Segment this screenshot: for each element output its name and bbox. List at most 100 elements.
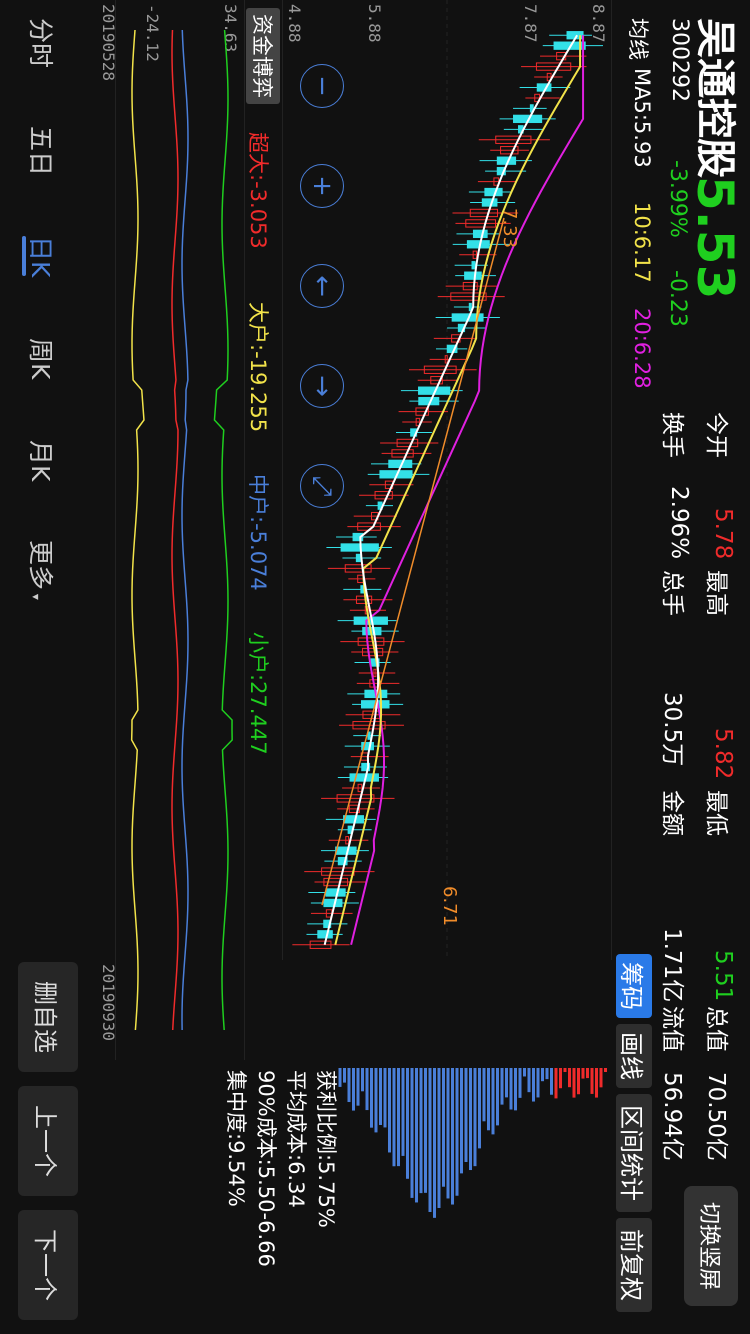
remove-watchlist-button[interactable]: 删自选 <box>18 962 78 1072</box>
scroll-left-icon[interactable]: ← <box>300 264 344 308</box>
chip-bar <box>446 1068 450 1199</box>
chip-avg-cost: 平均成本:6.34 <box>284 1070 308 1208</box>
chip-bar <box>437 1068 441 1208</box>
tab-intraday[interactable]: 分时 <box>24 18 60 68</box>
y-tick-top: 8.87 <box>589 4 608 43</box>
chip-bar <box>545 1068 549 1080</box>
chip-bar <box>581 1068 585 1079</box>
tab-weekly-k[interactable]: 周K <box>24 338 60 379</box>
chip-bar <box>460 1068 463 1174</box>
quote-mcap-value: 70.50亿 <box>703 1072 729 1161</box>
chip-bar <box>496 1068 499 1126</box>
candle-body <box>464 271 482 280</box>
chip-bar <box>451 1068 454 1205</box>
stock-change-amt: -0.23 <box>665 270 690 327</box>
quote-open-label: 今开 <box>703 412 729 458</box>
ma-label: 均线 <box>626 18 650 60</box>
chip-bar <box>392 1068 396 1167</box>
scroll-right-icon[interactable]: → <box>300 364 344 408</box>
candle-body <box>484 187 503 197</box>
switch-portrait-button[interactable]: 切换竖屏 <box>684 1186 738 1306</box>
chip-bar <box>536 1068 540 1098</box>
quote-amount-value: 1.71亿 <box>659 928 685 1003</box>
candle-body <box>481 198 498 207</box>
chip-bar <box>374 1068 378 1133</box>
tab-chips[interactable]: 筹码 <box>616 954 652 1018</box>
tab-more[interactable]: 更多 ▾ <box>24 540 60 600</box>
active-tab-indicator <box>22 236 26 276</box>
chip-bar <box>356 1068 360 1106</box>
chip-bar <box>554 1068 558 1099</box>
chip-bar <box>464 1068 468 1163</box>
stock-price: 5.53 <box>686 176 744 300</box>
candle-body <box>466 240 490 249</box>
ma10-line <box>334 35 582 946</box>
chip-bar <box>473 1068 477 1167</box>
chip-cost90: 90%成本:5.50-6.66 <box>254 1070 278 1267</box>
quote-high-label: 最高 <box>703 570 729 616</box>
chip-bar <box>469 1068 472 1171</box>
chip-bar <box>599 1068 603 1088</box>
flow-big-line <box>130 29 145 1031</box>
trend-line <box>321 217 505 906</box>
chip-bar <box>541 1068 544 1082</box>
zoom-in-icon[interactable]: + <box>300 164 344 208</box>
tab-draw[interactable]: 画线 <box>616 1024 652 1088</box>
chip-bar <box>442 1068 445 1187</box>
chip-bar <box>527 1068 531 1093</box>
chip-bar <box>406 1068 409 1179</box>
ma20-value: 20:6.28 <box>630 308 654 389</box>
chip-bar <box>397 1068 400 1167</box>
chip-bar <box>532 1068 535 1102</box>
stock-change-pct: -3.99% <box>665 160 690 238</box>
tab-monthly-k[interactable]: 月K <box>24 440 60 481</box>
chip-bar <box>586 1068 589 1079</box>
chip-bar <box>401 1068 405 1156</box>
candle-body <box>472 229 488 239</box>
quote-low-label: 最低 <box>703 790 729 836</box>
quote-turnover-value: 2.96% <box>666 486 692 560</box>
chip-bar <box>523 1068 526 1077</box>
candle-body <box>317 930 333 939</box>
annotation-high: 7.33 <box>499 208 520 249</box>
landscape-stage: 吴通控股 300292 5.53 -3.99% -0.23 今开 5.78 最高… <box>0 0 750 1334</box>
quote-amount-label: 金额 <box>659 790 685 836</box>
quote-turnover-label: 换手 <box>659 412 685 458</box>
flow-title[interactable]: 资金博弈 <box>246 8 280 104</box>
next-stock-button[interactable]: 下一个 <box>18 1210 78 1320</box>
candle-body <box>323 898 343 908</box>
chip-bar <box>433 1068 436 1218</box>
chip-bar <box>352 1068 355 1111</box>
tab-daily-k[interactable]: 日K <box>24 236 60 277</box>
zoom-out-icon[interactable]: − <box>300 64 344 108</box>
previous-stock-button[interactable]: 上一个 <box>18 1086 78 1196</box>
chip-bar <box>572 1068 576 1098</box>
chip-bar <box>514 1068 517 1111</box>
chip-bar <box>388 1068 391 1153</box>
tab-five-day[interactable]: 五日 <box>24 126 60 176</box>
flow-super-line <box>171 29 179 1031</box>
quote-float-value: 56.94亿 <box>659 1072 685 1161</box>
chip-bar <box>559 1068 562 1089</box>
chip-bar <box>347 1068 351 1103</box>
flow-small-line <box>213 29 233 1031</box>
candle-body <box>343 815 364 824</box>
chip-bar <box>595 1068 598 1098</box>
candle-body <box>325 888 346 897</box>
chip-bar <box>478 1068 481 1149</box>
tab-forward-adjust[interactable]: 前复权 <box>616 1218 652 1312</box>
chip-bar <box>415 1068 418 1203</box>
chip-bar <box>455 1068 459 1196</box>
tab-range-stats[interactable]: 区间统计 <box>616 1094 652 1212</box>
chip-bar <box>410 1068 414 1198</box>
chip-bar <box>604 1068 607 1072</box>
quote-mcap-label: 总值 <box>703 1006 729 1052</box>
stock-code: 300292 <box>667 18 692 102</box>
flow-mid-line <box>181 29 189 1031</box>
fullscreen-icon[interactable]: ⤢ <box>300 464 344 508</box>
quote-low-value: 5.51 <box>710 950 736 1002</box>
flow-super: 超大:-3.053 <box>246 132 270 249</box>
chip-bar <box>379 1068 382 1125</box>
chip-bar <box>590 1068 594 1094</box>
quote-open-value: 5.78 <box>710 508 736 560</box>
